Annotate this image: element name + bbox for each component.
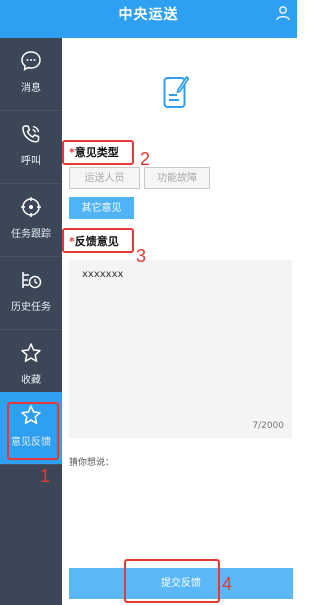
type-option-function-fault[interactable]: 功能故障 bbox=[144, 167, 210, 189]
star-icon bbox=[21, 405, 41, 425]
feedback-textarea[interactable]: xxxxxxx 7/2000 bbox=[69, 260, 292, 438]
sidebar: 消息 呼叫 任务跟踪 历史任务 收藏 意见反馈 bbox=[0, 38, 62, 605]
annotation-number-1: 1 bbox=[40, 466, 51, 486]
annotation-number-2: 2 bbox=[140, 149, 151, 169]
sidebar-item-label: 收藏 bbox=[21, 375, 41, 386]
type-label: 意见类型 bbox=[74, 146, 119, 159]
document-edit-icon bbox=[163, 75, 189, 108]
history-icon bbox=[22, 272, 42, 289]
sidebar-item-label: 消息 bbox=[21, 83, 41, 94]
suggestion-label: 猜你想说： bbox=[69, 458, 115, 468]
page-title: 中央运送 bbox=[118, 7, 179, 23]
sidebar-item-feedback[interactable]: 意见反馈 bbox=[0, 392, 62, 465]
feedback-section-label: *反馈意见 bbox=[69, 233, 119, 249]
sidebar-item-call[interactable]: 呼叫 bbox=[0, 111, 62, 184]
type-section-label: *意见类型 bbox=[69, 144, 119, 160]
star-icon bbox=[21, 343, 41, 363]
sidebar-item-label: 任务跟踪 bbox=[11, 229, 51, 240]
app-header: 中央运送 bbox=[0, 0, 297, 38]
annotation-number-4: 4 bbox=[222, 574, 233, 594]
submit-feedback-button[interactable]: 提交反馈 bbox=[69, 568, 293, 599]
sidebar-item-label: 意见反馈 bbox=[11, 437, 51, 448]
type-option-other[interactable]: 其它意见 bbox=[69, 197, 134, 219]
feedback-value: xxxxxxx bbox=[82, 269, 124, 280]
target-icon bbox=[21, 197, 41, 217]
sidebar-item-messages[interactable]: 消息 bbox=[0, 38, 62, 111]
sidebar-item-label: 历史任务 bbox=[11, 302, 51, 313]
annotation-number-3: 3 bbox=[136, 246, 147, 266]
feedback-label: 反馈意见 bbox=[74, 235, 119, 248]
feedback-form: *意见类型 运送人员 功能故障 其它意见 *反馈意见 xxxxxxx 7/200… bbox=[62, 38, 297, 605]
sidebar-item-label: 呼叫 bbox=[21, 156, 41, 167]
sidebar-item-history[interactable]: 历史任务 bbox=[0, 257, 62, 330]
sidebar-item-task-tracking[interactable]: 任务跟踪 bbox=[0, 184, 62, 257]
chat-icon bbox=[21, 51, 41, 71]
type-option-transport-staff[interactable]: 运送人员 bbox=[69, 167, 140, 189]
phone-icon bbox=[22, 125, 40, 143]
char-counter: 7/2000 bbox=[252, 421, 284, 431]
user-icon[interactable] bbox=[275, 5, 291, 21]
